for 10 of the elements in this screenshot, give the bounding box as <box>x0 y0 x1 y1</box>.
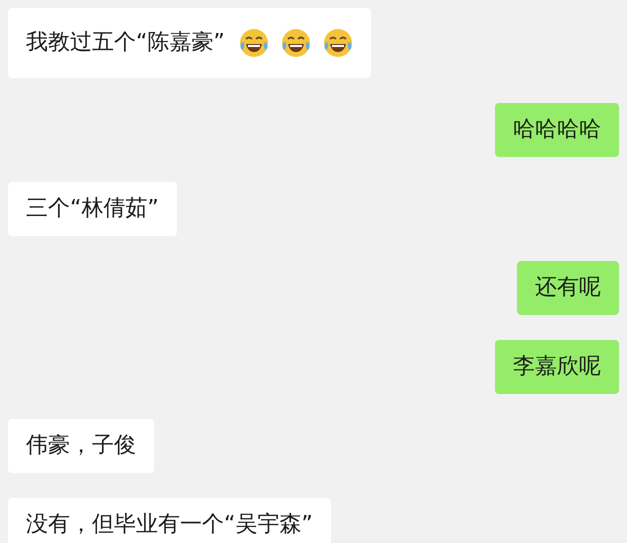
message-text: 没有，但毕业有一个“吴宇森” <box>26 512 313 538</box>
laughing-emoji-icon <box>322 28 353 58</box>
laughing-emoji-icon <box>280 28 311 58</box>
message-text: 哈哈哈哈 <box>513 117 601 143</box>
message-text: 还有呢 <box>535 275 601 301</box>
laughing-emoji-icon <box>238 28 269 58</box>
message-text: 我教过五个“陈嘉豪” <box>26 30 225 56</box>
message-text: 李嘉欣呢 <box>513 354 601 380</box>
message-text: 伟豪，子俊 <box>26 433 136 459</box>
message-text: 三个“林倩茹” <box>26 196 159 222</box>
